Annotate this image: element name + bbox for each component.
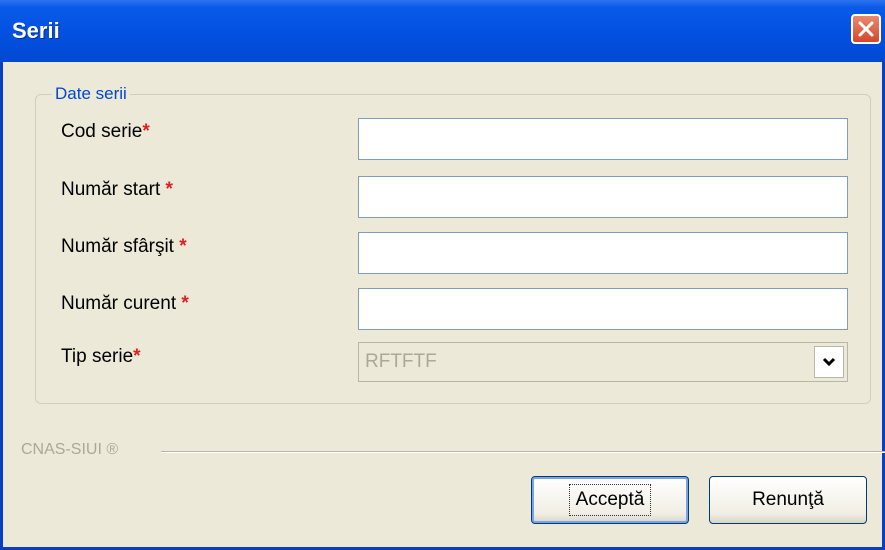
- title-bar[interactable]: Serii: [0, 0, 885, 62]
- cod-serie-label: Cod serie*: [61, 121, 150, 143]
- close-button[interactable]: [851, 14, 881, 44]
- numar-curent-label-text: Număr curent: [61, 293, 177, 314]
- required-marker: *: [142, 121, 150, 142]
- group-legend: Date serii: [52, 84, 130, 104]
- tip-serie-label: Tip serie*: [61, 346, 141, 368]
- numar-sfarsit-label: Număr sfârşit *: [61, 236, 187, 258]
- required-marker: *: [181, 293, 189, 314]
- required-marker: *: [133, 346, 141, 367]
- dialog-window: Serii Date serii Cod serie* Număr start …: [0, 0, 885, 550]
- close-icon: [858, 21, 874, 37]
- footer-brand: CNAS-SIUI ®: [21, 441, 119, 458]
- cancel-button[interactable]: Renunţă: [709, 476, 867, 524]
- accept-button[interactable]: Acceptă: [531, 476, 689, 524]
- numar-curent-label: Număr curent *: [61, 293, 189, 315]
- tip-serie-dropdown-button[interactable]: [814, 346, 844, 378]
- footer-divider: [161, 451, 885, 453]
- numar-sfarsit-input[interactable]: [358, 232, 848, 274]
- cancel-button-label: Renunţă: [752, 489, 824, 510]
- cod-serie-input[interactable]: [358, 118, 848, 160]
- numar-sfarsit-label-text: Număr sfârşit: [61, 236, 174, 257]
- numar-start-input[interactable]: [358, 176, 848, 218]
- cod-serie-label-text: Cod serie: [61, 121, 143, 142]
- numar-start-label-text: Număr start: [61, 179, 161, 200]
- required-marker: *: [165, 179, 173, 200]
- tip-serie-select[interactable]: RFTFTF: [358, 342, 848, 382]
- required-marker: *: [179, 236, 187, 257]
- accept-button-label: Acceptă: [568, 484, 652, 516]
- numar-curent-input[interactable]: [358, 288, 848, 330]
- numar-start-label: Număr start *: [61, 179, 173, 201]
- chevron-down-icon: [822, 357, 836, 367]
- tip-serie-selected-value: RFTFTF: [365, 351, 437, 372]
- window-title: Serii: [12, 18, 60, 43]
- tip-serie-label-text: Tip serie: [61, 346, 134, 367]
